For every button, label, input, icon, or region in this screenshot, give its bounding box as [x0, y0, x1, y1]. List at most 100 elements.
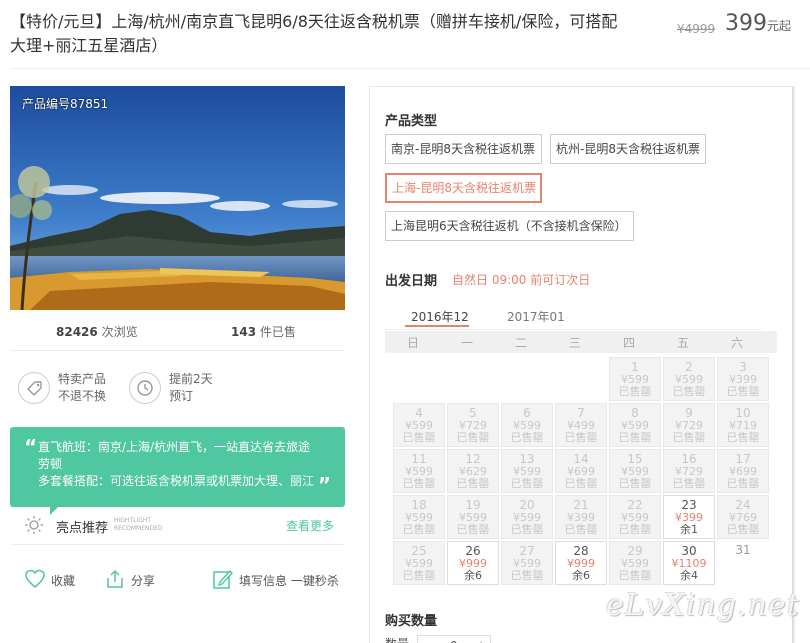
minus-icon[interactable]: −	[426, 638, 436, 643]
calendar-day-soldout: 11 ¥599 已售罄	[393, 449, 445, 493]
tab-month-2016-12[interactable]: 2016年12	[411, 308, 469, 325]
quantity-label: 购买数量	[385, 614, 438, 629]
highlight-divider	[10, 544, 345, 545]
calendar-empty-cell	[501, 357, 553, 401]
weekday-label: 日	[406, 336, 419, 350]
calendar-day-status: 已售罄	[402, 569, 436, 582]
calendar-day-soldout: 18 ¥599 已售罄	[393, 495, 445, 539]
quantity-row-label: 数量	[385, 635, 409, 643]
month-tabs: 2016年12 2017年01	[385, 300, 762, 330]
calendar-day-soldout: 21 ¥399 已售罄	[555, 495, 607, 539]
highlight-title-en: HIGHTLIGHT RECOMMENDED	[114, 517, 163, 533]
heart-icon	[25, 569, 45, 588]
weekday-label: 三	[568, 336, 581, 350]
calendar-day-status: 已售罄	[726, 385, 760, 398]
highlight-title: 亮点推荐	[56, 521, 109, 536]
share-label: 分享	[131, 574, 156, 588]
calendar-day-status: 已售罄	[564, 523, 598, 536]
calendar-day-status: 已售罄	[456, 523, 490, 536]
calendar-day-soldout: 9 ¥729 已售罄	[663, 403, 715, 447]
calendar-day-status: 已售罄	[672, 477, 706, 490]
product-option-nanjing[interactable]: 南京-昆明8天含税往返机票	[385, 134, 542, 164]
calendar-day-status: 已售罄	[618, 569, 652, 582]
calendar-day-soldout: 2 ¥599 已售罄	[663, 357, 715, 401]
product-option-hangzhou[interactable]: 杭州-昆明8天含税往返机票	[550, 134, 706, 164]
calendar-day-soldout: 22 ¥599 已售罄	[609, 495, 661, 539]
calendar-day-soldout: 15 ¥599 已售罄	[609, 449, 661, 493]
calendar-day-soldout: 7 ¥499 已售罄	[555, 403, 607, 447]
calendar-day-status: 已售罄	[618, 431, 652, 444]
favorite-label: 收藏	[51, 574, 76, 588]
quantity-stepper[interactable]: − 0 +	[417, 635, 491, 643]
calendar-day-soldout: 5 ¥729 已售罄	[447, 403, 499, 447]
quantity-value: 0	[450, 639, 458, 643]
feature-line1: 提前2天	[169, 372, 213, 386]
calendar-day-status: 已售罄	[510, 569, 544, 582]
highlight-line: 多套餐搭配：可选往返含税机票或机票加大理、丽江	[38, 474, 315, 488]
views-label: 次浏览	[97, 325, 138, 339]
highlight-en-line1: HIGHTLIGHT	[114, 517, 152, 524]
share-icon	[107, 569, 123, 588]
product-option-shanghai[interactable]: 上海-昆明8天含税往返机票	[385, 173, 542, 203]
calendar-day-status: 已售罄	[564, 431, 598, 444]
sold-stat: 143 件已售	[231, 323, 296, 340]
calendar-day-status: 已售罄	[456, 431, 490, 444]
calendar-day-number: 31	[735, 543, 751, 557]
edit-icon	[213, 569, 233, 589]
highlight-box: “ 直飞航班：南京/上海/杭州直飞，一站直达省去旅途 劳顿 多套餐搭配：可选往返…	[10, 427, 345, 507]
weekday-header: 日一二三四五六	[385, 331, 777, 353]
calendar-day-status: 余6	[572, 569, 590, 582]
original-price: ¥4999	[677, 22, 716, 36]
tag-icon	[18, 372, 50, 404]
feature-line2: 预订	[169, 389, 194, 403]
weekday-label: 五	[676, 336, 689, 350]
calendar-day-available[interactable]: 26 ¥999 余6	[447, 541, 499, 585]
product-photo[interactable]: 产品编号87851	[10, 86, 345, 310]
weekday-label: 四	[622, 336, 635, 350]
calendar-empty-cell	[555, 357, 607, 401]
booking-cutoff-note: 自然日 09:00 前可订次日	[452, 273, 591, 287]
departure-date-label: 出发日期	[385, 274, 438, 289]
active-tab-indicator	[405, 325, 469, 327]
close-quote-icon: ”	[317, 473, 331, 497]
price: 399元起	[725, 11, 791, 36]
calendar-day-status: 已售罄	[510, 431, 544, 444]
see-more-link[interactable]: 查看更多	[286, 517, 334, 534]
calendar-day-status: 已售罄	[726, 431, 760, 444]
calendar-day-status: 余4	[680, 569, 698, 582]
calendar-day-soldout: 10 ¥719 已售罄	[717, 403, 769, 447]
tab-month-2017-01[interactable]: 2017年01	[507, 308, 565, 325]
calendar-day-status: 已售罄	[726, 477, 760, 490]
calendar-day-status: 已售罄	[618, 385, 652, 398]
calendar-day-soldout: 4 ¥599 已售罄	[393, 403, 445, 447]
calendar-day-status: 已售罄	[402, 431, 436, 444]
watermark-logo: eLvXing.net	[606, 588, 800, 623]
product-option-shanghai-6day[interactable]: 上海昆明6天含税往返机（不含接机含保险）	[385, 211, 634, 241]
calendar-day-soldout: 1 ¥599 已售罄	[609, 357, 661, 401]
lake-landscape-image	[10, 86, 345, 310]
booking-panel: 产品类型 南京-昆明8天含税往返机票 杭州-昆明8天含税往返机票 上海-昆明8天…	[369, 86, 794, 643]
calendar-day-soldout: 14 ¥699 已售罄	[555, 449, 607, 493]
calendar-day-available[interactable]: 23 ¥399 余1	[663, 495, 715, 539]
price-value: 399	[725, 11, 767, 36]
calendar-day-status: 已售罄	[510, 523, 544, 536]
calendar-day-available[interactable]: 28 ¥999 余6	[555, 541, 607, 585]
calendar-day-soldout: 8 ¥599 已售罄	[609, 403, 661, 447]
calendar-day-status: 已售罄	[510, 477, 544, 490]
sold-label: 件已售	[256, 325, 296, 339]
calendar-day-soldout: 6 ¥599 已售罄	[501, 403, 553, 447]
weekday-label: 一	[460, 336, 473, 350]
calendar-day-soldout: 13 ¥599 已售罄	[501, 449, 553, 493]
calendar-day-soldout: 27 ¥599 已售罄	[501, 541, 553, 585]
calendar-day-available[interactable]: 30 ¥1109 余4	[663, 541, 715, 585]
highlight-header: 亮点推荐 HIGHTLIGHT RECOMMENDED 查看更多	[24, 513, 334, 536]
sun-icon	[25, 516, 43, 534]
calendar-day-soldout: 24 ¥769 已售罄	[717, 495, 769, 539]
calendar-day-soldout: 20 ¥599 已售罄	[501, 495, 553, 539]
calendar-day-cell: 31	[717, 541, 769, 585]
feature-line1: 特卖产品	[58, 372, 107, 386]
plus-icon[interactable]: +	[476, 638, 486, 643]
calendar-day-status: 已售罄	[618, 477, 652, 490]
calendar-day-soldout: 17 ¥699 已售罄	[717, 449, 769, 493]
calendar-day-soldout: 3 ¥399 已售罄	[717, 357, 769, 401]
